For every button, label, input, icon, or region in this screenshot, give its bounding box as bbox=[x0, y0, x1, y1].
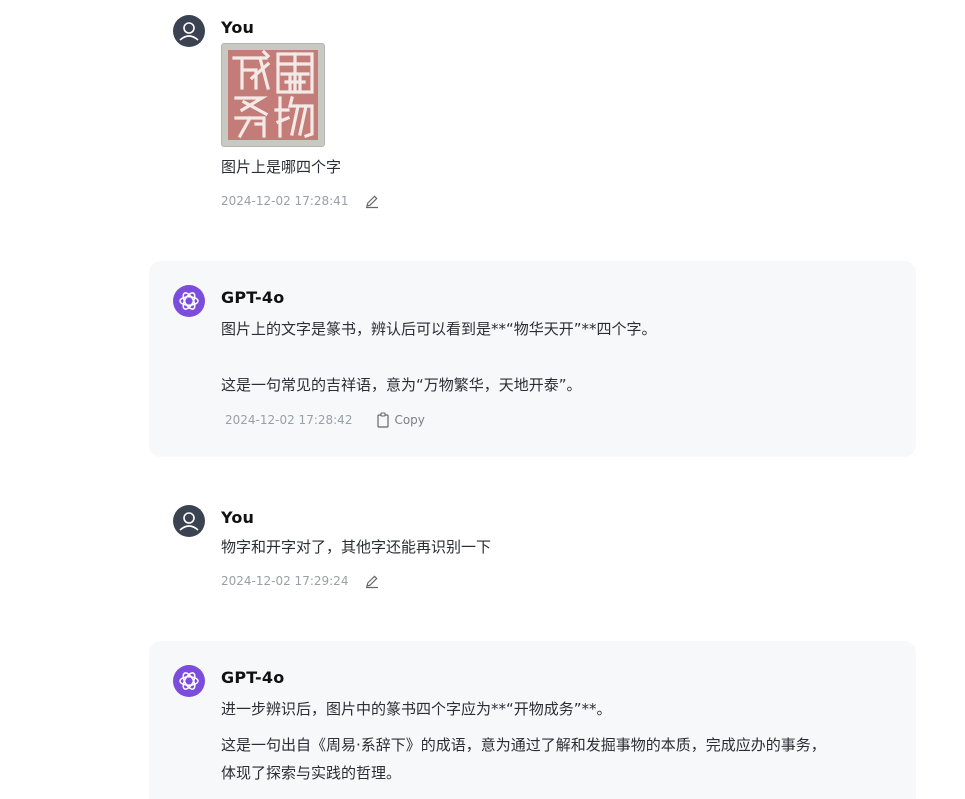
clipboard-icon bbox=[377, 412, 390, 428]
message-paragraph: 这是一句常见的吉祥语，意为“万物繁华，天地开泰”。 bbox=[221, 376, 582, 394]
message-meta: 2024-12-02 17:28:41 bbox=[221, 193, 380, 209]
message-text: 物字和开字对了，其他字还能再识别一下 bbox=[221, 538, 492, 556]
message-paragraph: 进一步辨识后，图片中的篆书四个字应为**“开物成务”**。 bbox=[221, 700, 612, 718]
assistant-avatar bbox=[173, 285, 205, 317]
sender-name: You bbox=[221, 508, 255, 527]
timestamp: 2024-12-02 17:29:24 bbox=[221, 574, 349, 588]
edit-button[interactable] bbox=[364, 193, 380, 209]
message-paragraph: 这是一句出自《周易·系辞下》的成语，意为通过了解和发掘事物的本质，完成应办的事务… bbox=[221, 736, 826, 754]
openai-icon bbox=[179, 292, 199, 310]
copy-button[interactable]: Copy bbox=[376, 412, 425, 428]
message-user-2: You 物字和开字对了，其他字还能再识别一下 2024-12-02 17:29:… bbox=[173, 505, 893, 595]
user-avatar bbox=[173, 505, 205, 537]
user-icon bbox=[179, 22, 199, 41]
timestamp: 2024-12-02 17:28:41 bbox=[221, 194, 349, 208]
message-meta: 2024-12-02 17:29:24 bbox=[221, 573, 380, 589]
message-paragraph: 体现了探索与实践的哲理。 bbox=[221, 764, 402, 782]
assistant-avatar bbox=[173, 665, 205, 697]
message-meta: 2024-12-02 17:28:42 Copy bbox=[225, 412, 425, 428]
edit-button[interactable] bbox=[364, 573, 380, 589]
message-paragraph: 图片上的文字是篆书，辨认后可以看到是**“物华天开”**四个字。 bbox=[221, 320, 657, 338]
sender-name: GPT-4o bbox=[221, 668, 285, 687]
message-user-1: You 图片上是哪四个字 2024-12-02 17:28:41 bbox=[173, 15, 893, 215]
timestamp: 2024-12-02 17:28:42 bbox=[225, 413, 353, 427]
sender-name: GPT-4o bbox=[221, 288, 285, 307]
message-assistant-1: GPT-4o 图片上的文字是篆书，辨认后可以看到是**“物华天开”**四个字。 … bbox=[149, 261, 916, 457]
message-assistant-2: GPT-4o 进一步辨识后，图片中的篆书四个字应为**“开物成务”**。 这是一… bbox=[149, 641, 916, 799]
openai-icon bbox=[179, 672, 199, 690]
user-avatar bbox=[173, 15, 205, 47]
user-icon bbox=[179, 512, 199, 531]
seal-image-graphic bbox=[228, 49, 318, 140]
attached-seal-image[interactable] bbox=[221, 43, 325, 147]
sender-name: You bbox=[221, 18, 255, 37]
message-text: 图片上是哪四个字 bbox=[221, 158, 342, 176]
pencil-icon bbox=[366, 195, 379, 209]
pencil-icon bbox=[366, 575, 379, 589]
copy-label: Copy bbox=[394, 413, 425, 427]
